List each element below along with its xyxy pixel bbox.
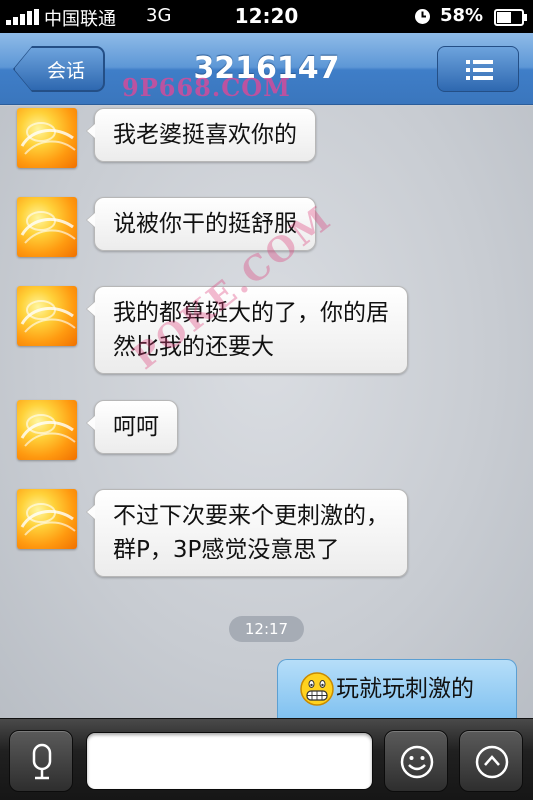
chevron-up-icon [475, 745, 509, 779]
navigation-bar: 会话 3216147 9P668.COM [0, 33, 533, 105]
alarm-clock-icon [415, 9, 430, 24]
message-text-line: 我的都算挺大的了，你的居 [113, 300, 389, 326]
emoji-button[interactable] [384, 730, 448, 792]
contact-avatar[interactable] [17, 197, 77, 257]
message-text: 我老婆挺喜欢你的 [113, 122, 297, 148]
message-timestamp: 12:17 [229, 616, 304, 642]
microphone-icon [32, 743, 52, 780]
battery-icon [494, 9, 527, 26]
menu-button[interactable] [437, 46, 519, 92]
message-text: 说被你干的挺舒服 [113, 211, 297, 237]
status-bar: 中国联通 3G 12:20 58% [0, 0, 533, 33]
contact-avatar[interactable] [17, 400, 77, 460]
voice-input-button[interactable] [9, 730, 73, 792]
message-input[interactable] [86, 732, 373, 790]
incoming-message[interactable]: 说被你干的挺舒服 [86, 197, 316, 251]
contact-avatar[interactable] [17, 108, 77, 168]
smiley-icon [400, 745, 434, 779]
contact-avatar[interactable] [17, 489, 77, 549]
battery-percent: 58% [440, 5, 484, 26]
message-text: 呵呵 [113, 414, 159, 440]
outgoing-message[interactable]: 玩就玩刺激的 [277, 659, 517, 718]
list-icon [466, 60, 493, 80]
chat-message-list[interactable]: 我老婆挺喜欢你的 说被你干的挺舒服 我的都算挺大的了，你的居 然比我的还要大 呵… [0, 106, 533, 718]
input-toolbar [0, 718, 533, 800]
message-text-line: 然比我的还要大 [113, 334, 274, 360]
contact-avatar[interactable] [17, 286, 77, 346]
incoming-message[interactable]: 不过下次要来个更刺激的， 群P，3P感觉没意思了 [86, 489, 408, 577]
message-text: 玩就玩刺激的 [336, 676, 474, 702]
grin-emoji-icon [300, 672, 334, 706]
message-text-line: 不过下次要来个更刺激的， [113, 503, 389, 529]
more-options-button[interactable] [459, 730, 523, 792]
message-text-line: 群P，3P感觉没意思了 [113, 537, 340, 563]
incoming-message[interactable]: 我老婆挺喜欢你的 [86, 108, 316, 162]
incoming-message[interactable]: 呵呵 [86, 400, 178, 454]
incoming-message[interactable]: 我的都算挺大的了，你的居 然比我的还要大 [86, 286, 408, 374]
